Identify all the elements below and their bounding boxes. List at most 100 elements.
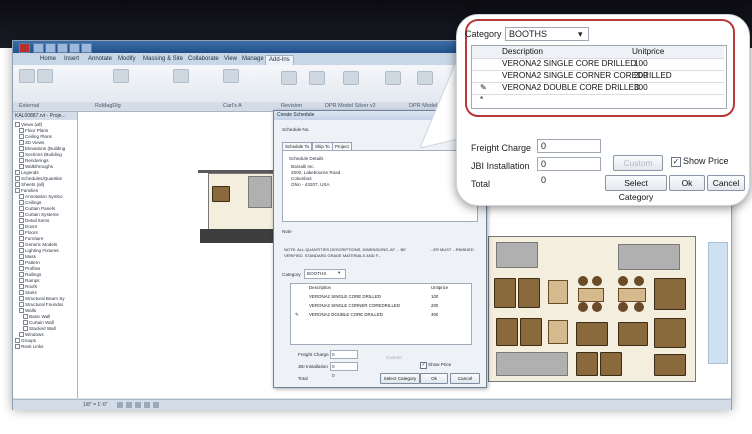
expand-toggle-icon[interactable] xyxy=(19,332,24,338)
expand-toggle-icon[interactable] xyxy=(19,164,24,170)
revision-icon[interactable] xyxy=(343,71,359,85)
expand-toggle-icon[interactable] xyxy=(19,272,24,278)
expand-toggle-icon[interactable] xyxy=(23,326,28,332)
expand-toggle-icon[interactable] xyxy=(15,338,20,344)
tool-icon[interactable] xyxy=(173,69,189,83)
shadows-icon[interactable] xyxy=(144,402,150,408)
ok-button[interactable]: Ok xyxy=(669,175,705,191)
expand-toggle-icon[interactable] xyxy=(19,206,24,212)
jbi-installation-input[interactable]: 0 xyxy=(330,362,358,371)
sun-path-icon[interactable] xyxy=(135,402,141,408)
expand-toggle-icon[interactable] xyxy=(15,122,20,128)
expand-toggle-icon[interactable] xyxy=(19,260,24,266)
select-category-button[interactable]: Select Category xyxy=(605,175,667,202)
expand-toggle-icon[interactable] xyxy=(15,188,20,194)
expand-toggle-icon[interactable] xyxy=(19,302,24,308)
expand-toggle-icon[interactable] xyxy=(15,182,20,188)
grid-cell-unitprice[interactable]: 200 xyxy=(634,70,648,82)
expand-toggle-icon[interactable] xyxy=(19,278,24,284)
expand-toggle-icon[interactable] xyxy=(19,134,24,140)
custom-button[interactable]: Custom xyxy=(386,355,402,360)
expand-toggle-icon[interactable] xyxy=(19,266,24,272)
print-icon[interactable] xyxy=(81,43,92,53)
tab-home[interactable]: Home xyxy=(37,55,59,64)
visual-style-icon[interactable] xyxy=(126,402,132,408)
expand-toggle-icon[interactable] xyxy=(19,224,24,230)
tab-insert[interactable]: Insert xyxy=(61,55,82,64)
expand-toggle-icon[interactable] xyxy=(19,290,24,296)
grid-cell-description[interactable]: VERONA2 DOUBLE CORE DRILLED xyxy=(502,82,640,94)
dpr-model-icon[interactable] xyxy=(385,71,401,85)
items-grid[interactable]: Description Unitprice VERONA2 SINGLE COR… xyxy=(290,283,472,345)
tab-annotate[interactable]: Annotate xyxy=(85,55,115,64)
category-select[interactable]: BOOTHS ▾ xyxy=(505,27,589,41)
ok-button[interactable]: Ok xyxy=(420,373,448,384)
expand-toggle-icon[interactable] xyxy=(15,170,20,176)
redo-icon[interactable] xyxy=(69,43,80,53)
tab-view[interactable]: View xyxy=(221,55,240,64)
expand-toggle-icon[interactable] xyxy=(19,194,24,200)
tab-collaborate[interactable]: Collaborate xyxy=(185,55,222,64)
tab-manage[interactable]: Manage xyxy=(239,55,267,64)
tool-icon[interactable] xyxy=(37,69,53,83)
save-icon[interactable] xyxy=(45,43,56,53)
cancel-button[interactable]: Cancel xyxy=(707,175,745,191)
grid-cell-unitprice[interactable]: 300 xyxy=(431,311,438,319)
category-select[interactable]: BOOTHS ▾ xyxy=(304,269,346,279)
cancel-button[interactable]: Cancel xyxy=(450,373,480,384)
crop-icon[interactable] xyxy=(153,402,159,408)
grid-cell-description[interactable]: VERONA2 SINGLE CORE DRILLED xyxy=(502,58,636,70)
grid-cell-unitprice[interactable]: 100 xyxy=(431,293,438,301)
grid-cell-description[interactable]: VERONA2 SINGLE CORE DRILLED xyxy=(309,293,381,301)
grid-cell-description[interactable]: VERONA2 DOUBLE CORE DRILLED xyxy=(309,311,383,319)
show-price-checkbox[interactable]: ✓ xyxy=(671,157,681,167)
freight-charge-input[interactable]: 0 xyxy=(330,350,358,359)
grid-cell-description[interactable]: VERONA2 SINGLE CORNER COREDRILLED xyxy=(309,302,400,310)
tool-icon[interactable] xyxy=(113,69,129,83)
tree-item[interactable]: Revit Links xyxy=(15,344,77,350)
expand-toggle-icon[interactable] xyxy=(19,248,24,254)
grid-cell-unitprice[interactable]: 100 xyxy=(634,58,648,70)
revision-icon[interactable] xyxy=(281,71,297,85)
show-price-checkbox[interactable]: ✓ xyxy=(420,362,427,369)
open-icon[interactable] xyxy=(33,43,44,53)
freight-charge-input[interactable]: 0 xyxy=(537,139,601,153)
expand-toggle-icon[interactable] xyxy=(19,242,24,248)
expand-toggle-icon[interactable] xyxy=(19,236,24,242)
view-cube-panel[interactable] xyxy=(708,242,728,364)
expand-toggle-icon[interactable] xyxy=(19,158,24,164)
custom-button[interactable]: Custom xyxy=(613,155,663,171)
expand-toggle-icon[interactable] xyxy=(15,344,20,350)
tab-modify[interactable]: Modify xyxy=(115,55,139,64)
expand-toggle-icon[interactable] xyxy=(19,218,24,224)
select-category-button[interactable]: Select Category xyxy=(380,373,420,384)
expand-toggle-icon[interactable] xyxy=(19,140,24,146)
new-row[interactable]: * xyxy=(472,94,724,106)
expand-toggle-icon[interactable] xyxy=(19,230,24,236)
items-grid[interactable]: Description Unitprice VERONA2 SINGLE COR… xyxy=(471,45,727,109)
expand-toggle-icon[interactable] xyxy=(23,314,28,320)
expand-toggle-icon[interactable] xyxy=(19,284,24,290)
tab-massing-site[interactable]: Massing & Site xyxy=(140,55,186,64)
detail-level-icon[interactable] xyxy=(117,402,123,408)
expand-toggle-icon[interactable] xyxy=(19,308,24,314)
expand-toggle-icon[interactable] xyxy=(15,176,20,182)
tab-add-ins[interactable]: Add-Ins xyxy=(265,55,294,65)
expand-toggle-icon[interactable] xyxy=(19,254,24,260)
app-menu-icon[interactable] xyxy=(19,43,30,53)
grid-cell-unitprice[interactable]: 200 xyxy=(431,302,438,310)
external-tools-icon[interactable] xyxy=(19,69,35,83)
view-scale[interactable]: 1/8" = 1'-0" xyxy=(83,400,107,410)
grid-cell-unitprice[interactable]: 300 xyxy=(634,82,648,94)
expand-toggle-icon[interactable] xyxy=(19,128,24,134)
expand-toggle-icon[interactable] xyxy=(19,200,24,206)
tool-icon[interactable] xyxy=(223,69,239,83)
expand-toggle-icon[interactable] xyxy=(19,296,24,302)
jbi-installation-input[interactable]: 0 xyxy=(537,157,601,171)
expand-toggle-icon[interactable] xyxy=(23,320,28,326)
expand-toggle-icon[interactable] xyxy=(19,152,24,158)
undo-icon[interactable] xyxy=(57,43,68,53)
expand-toggle-icon[interactable] xyxy=(19,146,24,152)
expand-toggle-icon[interactable] xyxy=(19,212,24,218)
revision-icon[interactable] xyxy=(309,71,325,85)
